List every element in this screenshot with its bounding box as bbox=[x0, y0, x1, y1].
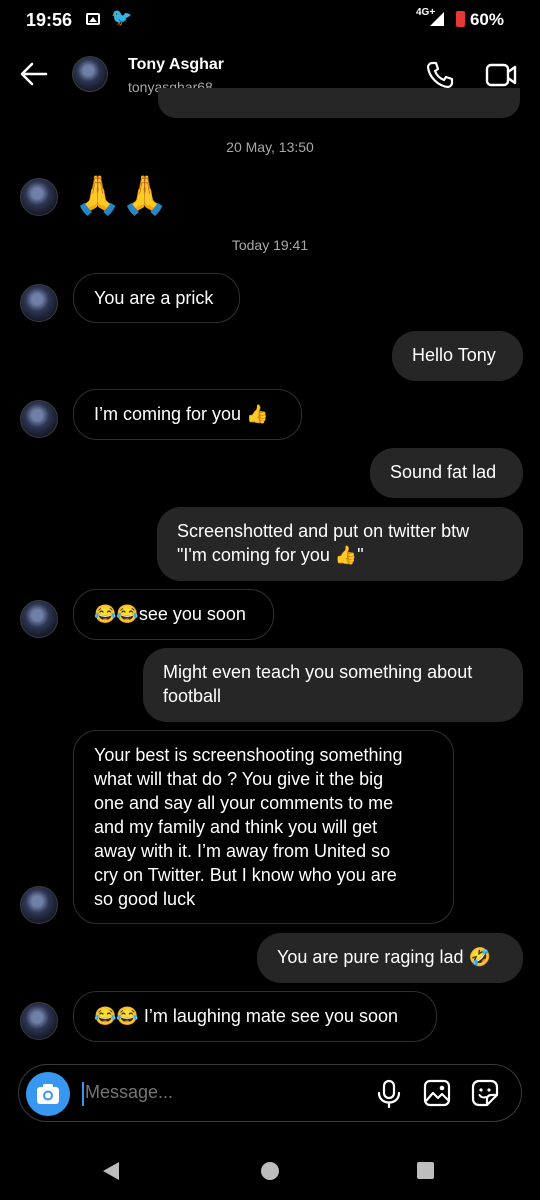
video-camera-icon[interactable] bbox=[484, 60, 518, 90]
outgoing-message[interactable]: Screenshotted and put on twitter btw "I'… bbox=[157, 507, 523, 581]
gallery-icon[interactable] bbox=[422, 1078, 452, 1108]
sender-avatar[interactable] bbox=[20, 400, 58, 438]
system-nav-bar bbox=[0, 1140, 540, 1200]
incoming-message[interactable]: Your best is screenshooting something wh… bbox=[73, 730, 454, 924]
microphone-icon[interactable] bbox=[375, 1079, 403, 1109]
text-cursor bbox=[82, 1082, 84, 1106]
nav-home-icon[interactable] bbox=[261, 1162, 279, 1180]
previous-message-bubble bbox=[158, 88, 520, 118]
twitter-bird-icon: 🐦 bbox=[111, 8, 133, 27]
outgoing-message[interactable]: Hello Tony bbox=[392, 331, 523, 381]
timestamp: Today 19:41 bbox=[231, 237, 309, 253]
incoming-message[interactable]: I’m coming for you 👍 bbox=[73, 389, 302, 440]
outgoing-message[interactable]: Sound fat lad bbox=[370, 448, 523, 498]
camera-icon bbox=[37, 1084, 59, 1104]
sender-avatar[interactable] bbox=[20, 886, 58, 924]
battery-icon bbox=[456, 11, 465, 27]
camera-button[interactable] bbox=[26, 1072, 70, 1116]
sender-avatar[interactable] bbox=[20, 284, 58, 322]
message-emoji[interactable]: 🙏🙏 bbox=[74, 174, 169, 218]
contact-name[interactable]: Tony Asghar bbox=[128, 56, 224, 74]
outgoing-message[interactable]: Might even teach you something about foo… bbox=[143, 648, 523, 722]
nav-recents-icon[interactable] bbox=[417, 1162, 434, 1179]
sender-avatar[interactable] bbox=[20, 600, 58, 638]
signal-icon bbox=[430, 12, 444, 26]
status-bar: 19:56 🐦 4G+ 60% bbox=[0, 0, 540, 42]
incoming-message[interactable]: 😂😂see you soon bbox=[73, 589, 274, 640]
image-notification-icon bbox=[86, 13, 100, 25]
incoming-message[interactable]: 😂😂 I’m laughing mate see you soon bbox=[73, 991, 437, 1042]
sender-avatar[interactable] bbox=[20, 178, 58, 216]
message-composer bbox=[18, 1064, 522, 1122]
message-input[interactable] bbox=[85, 1082, 345, 1103]
contact-avatar[interactable] bbox=[72, 56, 108, 92]
status-time: 19:56 bbox=[26, 10, 73, 30]
nav-back-icon[interactable] bbox=[103, 1162, 119, 1180]
back-arrow-icon[interactable] bbox=[18, 58, 50, 90]
phone-icon[interactable] bbox=[425, 60, 455, 90]
battery-percent: 60% bbox=[469, 10, 504, 29]
outgoing-message[interactable]: You are pure raging lad 🤣 bbox=[257, 933, 523, 983]
sender-avatar[interactable] bbox=[20, 1002, 58, 1040]
timestamp: 20 May, 13:50 bbox=[226, 139, 314, 155]
incoming-message[interactable]: You are a prick bbox=[73, 273, 240, 323]
sticker-icon[interactable] bbox=[470, 1078, 500, 1108]
